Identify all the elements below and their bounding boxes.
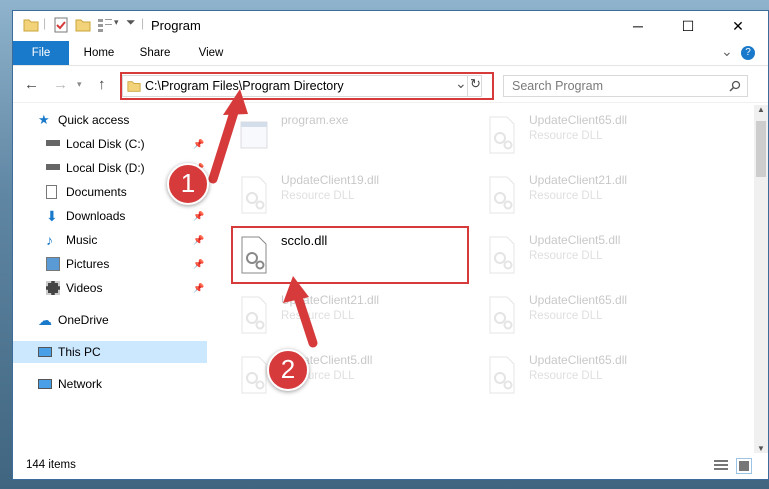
separator: | <box>141 16 145 30</box>
title-bar: | ▾ ⏷ | Program ─ ☐ ✕ <box>13 11 768 41</box>
nav-onedrive[interactable]: ☁ OneDrive <box>13 309 207 331</box>
file-item[interactable]: UpdateClient5.dll Resource DLL <box>473 229 713 281</box>
music-icon: ♪ <box>46 232 53 248</box>
scroll-down-icon[interactable]: ▼ <box>757 444 765 453</box>
dll-file-icon <box>241 176 267 214</box>
customize-toolbar-icon[interactable]: ⏷ <box>126 15 136 30</box>
minimize-button[interactable]: ─ <box>615 11 661 41</box>
file-item[interactable]: UpdateClient65.dll Resource DLL <box>473 109 713 161</box>
tab-home[interactable]: Home <box>77 41 121 65</box>
large-icons-view-icon[interactable] <box>736 458 752 474</box>
separator: | <box>43 16 47 30</box>
nav-videos[interactable]: Videos 📌 <box>13 277 207 299</box>
computer-icon <box>38 347 52 357</box>
maximize-button[interactable]: ☐ <box>665 11 711 41</box>
file-item[interactable]: UpdateClient19.dll Resource DLL <box>225 169 465 221</box>
item-count: 144 items <box>26 459 76 471</box>
dll-file-icon <box>241 356 267 394</box>
file-item[interactable]: UpdateClient65.dll Resource DLL <box>473 349 713 401</box>
up-icon[interactable]: ↑ <box>98 76 106 93</box>
pin-icon: 📌 <box>193 259 205 269</box>
new-folder-icon[interactable] <box>75 17 91 33</box>
tab-file[interactable]: File <box>13 41 69 65</box>
navigation-pane: ★ Quick access Local Disk (C:) 📌 Local D… <box>13 105 207 453</box>
forward-icon[interactable]: → <box>53 76 68 93</box>
dll-file-icon <box>489 296 515 334</box>
ribbon-tabs: File Home Share View ⌄ ? <box>13 41 768 65</box>
properties-icon[interactable] <box>53 17 69 33</box>
file-item[interactable]: UpdateClient21.dll Resource DLL <box>473 169 713 221</box>
star-icon: ★ <box>38 112 50 127</box>
status-bar: 144 items <box>13 453 768 479</box>
file-item[interactable]: program.exe <box>225 109 465 161</box>
exe-icon <box>240 121 268 149</box>
pictures-icon <box>46 257 60 271</box>
search-box <box>503 75 748 97</box>
file-highlight <box>231 226 469 284</box>
pin-icon: 📌 <box>193 211 205 221</box>
explorer-window: | ▾ ⏷ | Program ─ ☐ ✕ File Home Share Vi… <box>12 10 769 480</box>
nav-quick-access[interactable]: ★ Quick access <box>13 109 207 131</box>
scroll-up-icon[interactable]: ▲ <box>757 105 765 114</box>
dll-file-icon <box>489 356 515 394</box>
pin-icon: 📌 <box>193 139 205 149</box>
window-title: Program <box>151 18 201 33</box>
file-item[interactable]: UpdateClient5.dll Resource DLL <box>225 349 465 401</box>
search-input[interactable] <box>508 78 726 94</box>
dll-file-icon <box>241 296 267 334</box>
tab-share[interactable]: Share <box>133 41 177 65</box>
file-item[interactable]: UpdateClient21.dll Resource DLL <box>225 289 465 341</box>
document-icon <box>46 185 57 199</box>
address-bar-highlight <box>120 72 494 100</box>
dll-file-icon <box>489 236 515 274</box>
nav-pictures[interactable]: Pictures 📌 <box>13 253 207 275</box>
recent-locations-icon[interactable]: ▾ <box>77 79 82 90</box>
view-options-icon[interactable] <box>97 17 113 33</box>
nav-music[interactable]: ♪ Music 📌 <box>13 229 207 251</box>
file-item[interactable]: UpdateClient65.dll Resource DLL <box>473 289 713 341</box>
nav-downloads[interactable]: ⬇ Downloads 📌 <box>13 205 207 227</box>
pin-icon: 📌 <box>193 235 205 245</box>
nav-local-disk-c[interactable]: Local Disk (C:) 📌 <box>13 133 207 155</box>
scroll-thumb[interactable] <box>756 121 766 177</box>
step-2-badge: 2 <box>267 349 309 391</box>
nav-network[interactable]: Network <box>13 373 207 395</box>
step-1-badge: 1 <box>167 163 209 205</box>
back-icon[interactable]: ← <box>24 76 39 93</box>
dll-file-icon <box>489 116 515 154</box>
pin-icon: 📌 <box>193 283 205 293</box>
chevron-down-icon[interactable]: ▾ <box>114 17 119 28</box>
drive-icon <box>46 164 60 170</box>
dll-file-icon <box>489 176 515 214</box>
details-view-icon[interactable] <box>714 459 728 471</box>
close-button[interactable]: ✕ <box>715 11 761 41</box>
search-icon[interactable] <box>729 80 741 92</box>
network-icon <box>38 379 52 389</box>
folder-icon <box>23 19 39 32</box>
help-icon[interactable]: ? <box>741 46 755 60</box>
tab-view[interactable]: View <box>191 41 231 65</box>
nav-this-pc[interactable]: This PC <box>13 341 207 363</box>
download-icon: ⬇ <box>46 208 58 224</box>
videos-icon <box>46 281 60 295</box>
drive-icon <box>46 140 60 146</box>
cloud-icon: ☁ <box>38 312 52 328</box>
expand-ribbon-icon[interactable]: ⌄ <box>721 43 733 60</box>
vertical-scrollbar[interactable]: ▲ ▼ <box>754 105 768 453</box>
